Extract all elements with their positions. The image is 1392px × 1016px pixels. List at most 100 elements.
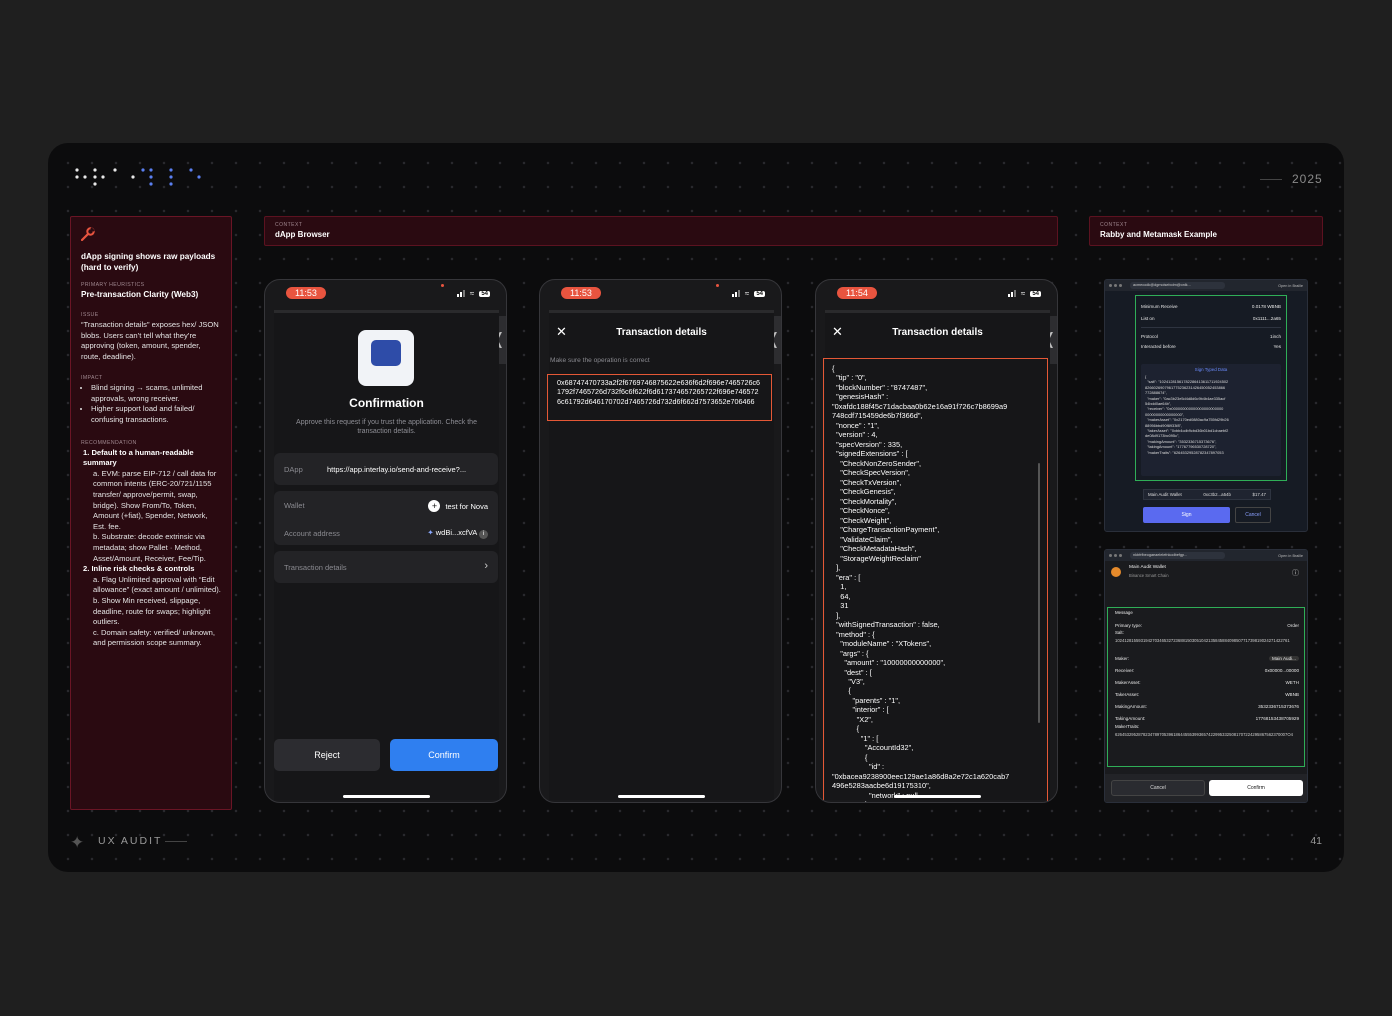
recommendation-sublist: a. Flag Unlimited approval with “Edit al… xyxy=(93,575,221,649)
recommendation-subitem: a. Flag Unlimited approval with “Edit al… xyxy=(93,574,221,595)
recommendation-title: 1. Default to a human-readable summary xyxy=(83,447,194,468)
url-field[interactable]: acmecodk@dgmoisebolm@onlk... xyxy=(1130,282,1225,289)
confirmation-sheet: Confirmation Approve this request if you… xyxy=(274,310,499,800)
issue-caption: ISSUE xyxy=(81,312,99,318)
footer-label: UX AUDIT xyxy=(98,835,163,847)
wallet-name: test for Nova xyxy=(445,502,488,511)
protocol-value: 1inch xyxy=(1270,333,1281,339)
maker-asset-value: WETH xyxy=(1285,679,1299,685)
rabby-screenshot: acmecodk@dgmoisebolm@onlk... Open in Brai… xyxy=(1104,279,1308,532)
receiver-value: 0x00000...00000 xyxy=(1264,667,1299,673)
signal-icon xyxy=(456,290,465,297)
swap-summary: Minimum Receive 0.0178 WBNB List on 0x1111… xyxy=(1141,300,1281,351)
cancel-button[interactable]: Cancel xyxy=(1235,507,1271,523)
reject-button[interactable]: Reject xyxy=(274,739,380,771)
divider xyxy=(1141,327,1281,328)
typed-data-content: { "salt": "10241281561782286413611711924… xyxy=(1145,374,1277,455)
taking-amount-row: TakingAmount: 17768153438705929 xyxy=(1115,712,1299,724)
confirm-button[interactable]: Confirm xyxy=(1209,780,1303,796)
cancel-button[interactable]: Cancel xyxy=(1111,780,1205,796)
signal-icon xyxy=(1007,290,1016,297)
context-rabby-bar: CONTEXT Rabby and Metamask Example xyxy=(1089,216,1323,246)
account-address: wdBi...xcfVA xyxy=(435,528,477,537)
maker-value: Main Audi... xyxy=(1268,655,1299,661)
taking-amount-value: 17768153438705929 xyxy=(1255,715,1299,721)
min-receive-row: Minimum Receive 0.0178 WBNB xyxy=(1141,300,1281,312)
status-icons: ≈ 54 xyxy=(1007,289,1041,298)
home-indicator xyxy=(894,795,981,798)
transaction-details-title: Transaction details xyxy=(616,327,707,338)
confirm-button[interactable]: Confirm xyxy=(390,739,498,771)
open-in-braille-link[interactable]: Open in Braille xyxy=(1278,554,1303,558)
wifi-icon: ≈ xyxy=(1020,289,1026,298)
transaction-details-sheet: ✕ Transaction details { "tip" : "0", "bl… xyxy=(823,310,1050,802)
status-icons: ≈ 54 xyxy=(731,289,765,298)
wallet-balance: $17.47 xyxy=(1252,492,1266,497)
phone-transaction-hex: 11:53 ≈ 54 ❬ ✕ Transaction details Make … xyxy=(539,279,782,803)
impact-item: Higher support load and failed/ confusin… xyxy=(91,404,221,425)
primary-type-row: Primary type: Order xyxy=(1115,620,1299,630)
sign-button[interactable]: Sign xyxy=(1143,507,1230,523)
raw-hex-payload: 0x68747470733a2f2f6769746875622e636f6d2f… xyxy=(547,374,772,421)
recommendation-item: 1. Default to a human-readable summary a… xyxy=(83,448,221,565)
chevron-right-icon: › xyxy=(484,560,488,572)
context-dapp-bar: CONTEXT dApp Browser xyxy=(264,216,1058,246)
recommendation-subitem: c. Domain safety: verified/ unknown, and… xyxy=(93,627,215,648)
status-time: 11:53 xyxy=(561,287,601,299)
add-icon: + xyxy=(428,500,441,512)
metamask-screenshot: nkbfrfbeogaeaelelefnkodbefgp... Open in B… xyxy=(1104,549,1308,803)
issue-title: dApp signing shows raw payloads (hard to… xyxy=(81,252,216,272)
interacted-label: Interacted before xyxy=(1141,343,1176,349)
maker-traits-label: MakerTraits: xyxy=(1115,724,1140,729)
wallet-value[interactable]: + test for Nova xyxy=(428,500,488,512)
taker-asset-label: TakerAsset: xyxy=(1115,691,1139,697)
browser-toolbar: acmecodk@dgmoisebolm@onlk... Open in Brai… xyxy=(1105,280,1307,291)
list-on-row: List on 0x1111...2a65 xyxy=(1141,312,1281,324)
status-bar: 11:54 ≈ 54 xyxy=(816,280,1057,306)
receiver-label: Receiver: xyxy=(1115,667,1135,673)
salt-label: Salt: xyxy=(1115,630,1124,635)
protocol-label: Protocol xyxy=(1141,333,1158,339)
recommendation-caption: RECOMMENDATION xyxy=(81,439,137,446)
raw-json-payload[interactable]: { "tip" : "0", "blockNumber" : "8747487"… xyxy=(823,358,1048,802)
recording-dot xyxy=(716,284,719,287)
making-amount-label: MakingAmount: xyxy=(1115,703,1147,709)
dapp-row: DApp https://app.interlay.io/send-and-re… xyxy=(274,453,498,485)
impact-item: Blind signing → scams, unlimited approva… xyxy=(91,383,221,404)
making-amount-value: 3532336715373676 xyxy=(1258,703,1299,709)
url-field[interactable]: nkbfrfbeogaeaelelefnkodbefgp... xyxy=(1130,552,1225,559)
list-on-value: 0x1111...2a65 xyxy=(1252,315,1281,321)
battery-icon: 54 xyxy=(1030,290,1041,297)
correctness-note: Make sure the operation is correct xyxy=(550,357,650,364)
wallet-address: 0xc3b2...a54b xyxy=(1203,492,1231,497)
wallet-selector[interactable]: Main Audit Wallet 0xc3b2...a54b $17.47 xyxy=(1143,489,1271,500)
info-icon: i xyxy=(479,530,488,539)
maker-traits-value: 6264532952878234789705396186445553993657… xyxy=(1115,732,1293,737)
primary-heuristic: Pre-transaction Clarity (Web3) xyxy=(81,290,199,299)
network-name: Binance Smart Chain xyxy=(1129,573,1169,578)
maker-label: Maker: xyxy=(1115,655,1130,661)
recommendation-subitem: a. EVM: parse EIP-712 / call data for co… xyxy=(93,468,217,531)
primary-caption: PRIMARY HEURISTICS xyxy=(81,282,145,288)
home-indicator xyxy=(618,795,705,798)
salt-value: 1024128155931942703465327236881503051042… xyxy=(1115,638,1290,643)
transaction-details-row[interactable]: Transaction details › xyxy=(274,551,498,583)
recommendation-item: 2. Inline risk checks & controls a. Flag… xyxy=(83,564,221,649)
maker-row: Maker: Main Audi... xyxy=(1115,652,1299,664)
list-on-label: List on xyxy=(1141,315,1155,321)
context-title: dApp Browser xyxy=(275,230,330,239)
message-panel: Message Primary type: Order Salt: 1024128… xyxy=(1115,610,1299,744)
scrollbar[interactable] xyxy=(1038,463,1040,723)
status-bar: 11:53 ≈ 54 xyxy=(265,280,506,306)
protocol-row: Protocol 1inch xyxy=(1141,331,1281,341)
phone-transaction-json: 11:54 ≈ 54 ❬ ✕ Transaction details { "ti… xyxy=(815,279,1058,803)
wallet-label: Wallet xyxy=(284,501,305,510)
info-icon[interactable]: ⓘ xyxy=(1292,568,1299,578)
recommendation-sublist: a. EVM: parse EIP-712 / call data for co… xyxy=(93,469,221,564)
making-amount-row: MakingAmount: 3532336715373676 xyxy=(1115,700,1299,712)
primary-type-label: Primary type: xyxy=(1115,622,1143,628)
open-in-braille-link[interactable]: Open in Braille xyxy=(1278,284,1303,288)
interacted-value: Yes xyxy=(1273,343,1282,349)
identicon-icon: ✦ xyxy=(427,528,436,537)
recording-dot xyxy=(441,284,444,287)
